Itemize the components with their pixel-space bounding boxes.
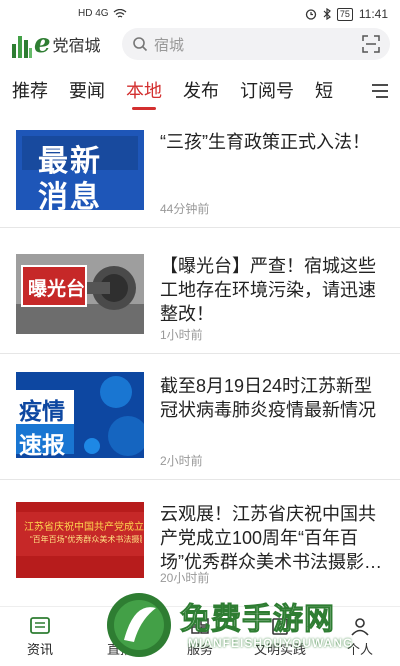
search-input[interactable]: 宿城: [154, 34, 362, 55]
news-list: 最新 消息 “三孩”生育政策正式入法！ 44分钟前 曝光台 【曝光台】严查！宿城…: [0, 118, 400, 592]
news-item[interactable]: 曝光台 【曝光台】严查！宿城这些工地存在环境污染，请迅速整改！ 1小时前: [0, 236, 400, 354]
channel-tabs: 推荐 要闻 本地 发布 订阅号 短: [0, 72, 400, 112]
nav-label: 个人: [346, 641, 373, 657]
tab-short[interactable]: 短: [315, 72, 333, 112]
wifi-icon: [113, 8, 126, 18]
news-item[interactable]: 江苏省庆祝中国共产党成立10 “百年百场”优秀群众美术书法摄影 云观展！江苏省庆…: [0, 488, 400, 592]
nav-label: 资讯: [26, 641, 53, 657]
nav-label: 文明实践: [253, 641, 306, 657]
nav-live[interactable]: 直播: [80, 607, 160, 666]
news-time: 2小时前: [160, 454, 203, 468]
news-thumbnail: 江苏省庆祝中国共产党成立10 “百年百场”优秀群众美术书法摄影: [16, 502, 144, 578]
app-header: e 党宿城 宿城: [0, 26, 400, 62]
thumb-label: “百年百场”优秀群众美术书法摄影: [30, 535, 142, 544]
news-item[interactable]: 最新 消息 “三孩”生育政策正式入法！ 44分钟前: [0, 118, 400, 228]
news-time: 44分钟前: [160, 202, 210, 216]
search-bar[interactable]: 宿城: [122, 28, 390, 60]
news-icon: [30, 616, 50, 634]
nav-news[interactable]: 资讯: [0, 607, 80, 666]
nav-label: 直播: [106, 641, 133, 657]
thumb-label: 速报: [19, 432, 65, 458]
news-title[interactable]: “三孩”生育政策正式入法！: [160, 130, 384, 154]
news-title[interactable]: 【曝光台】严查！宿城这些工地存在环境污染，请迅速整改！: [160, 254, 384, 326]
thumb-label: 曝光台: [28, 279, 86, 300]
person-icon: [351, 617, 369, 636]
logo-e: e: [34, 29, 51, 59]
news-time: 1小时前: [160, 328, 203, 342]
clock: 11:41: [358, 7, 388, 21]
nav-civilization[interactable]: 文明实践: [240, 607, 320, 666]
news-title[interactable]: 截至8月19日24时江苏新型冠状病毒肺炎疫情最新情况: [160, 374, 384, 422]
tab-publish[interactable]: 发布: [183, 72, 219, 112]
nav-label: 服务: [186, 641, 213, 657]
app-logo: e 党宿城: [10, 28, 122, 60]
bluetooth-icon: [323, 8, 331, 20]
thumb-label: 消息: [38, 181, 102, 210]
civilization-icon: [272, 617, 288, 635]
battery-indicator: 75: [336, 7, 353, 21]
alarm-icon: [305, 9, 316, 20]
tab-subscriptions[interactable]: 订阅号: [240, 72, 294, 112]
status-indicators: HD 4G: [78, 8, 127, 19]
news-thumbnail: 疫情 速报: [16, 372, 144, 458]
service-icon: [191, 617, 209, 634]
news-title[interactable]: 云观展！江苏省庆祝中国共产党成立100周年“百年百场”优秀群众美术书法摄影…: [160, 502, 384, 574]
city-skyline-icon: [12, 36, 32, 58]
tab-local[interactable]: 本地: [126, 72, 162, 112]
news-time: 20小时前: [160, 571, 210, 585]
news-thumbnail: 曝光台: [16, 254, 144, 334]
news-item[interactable]: 疫情 速报 截至8月19日24时江苏新型冠状病毒肺炎疫情最新情况 2小时前: [0, 362, 400, 480]
thumb-label: 疫情: [19, 398, 65, 424]
nav-service[interactable]: 服务: [160, 607, 240, 666]
nav-person[interactable]: 个人: [320, 607, 400, 666]
tab-recommend[interactable]: 推荐: [12, 72, 48, 112]
live-icon: [110, 618, 130, 634]
status-bar: HD 4G 75 11:41: [0, 0, 400, 28]
network-indicator: HD 4G: [78, 8, 109, 19]
bottom-nav: 资讯 直播 服务 文明实践 个人: [0, 606, 400, 666]
scan-icon[interactable]: [362, 35, 380, 53]
tab-headlines[interactable]: 要闻: [69, 72, 105, 112]
menu-icon[interactable]: [370, 82, 390, 100]
logo-text: 党宿城: [52, 36, 101, 55]
news-thumbnail: 最新 消息: [16, 130, 144, 210]
thumb-label: 江苏省庆祝中国共产党成立10: [24, 522, 144, 533]
search-icon: [133, 37, 148, 52]
